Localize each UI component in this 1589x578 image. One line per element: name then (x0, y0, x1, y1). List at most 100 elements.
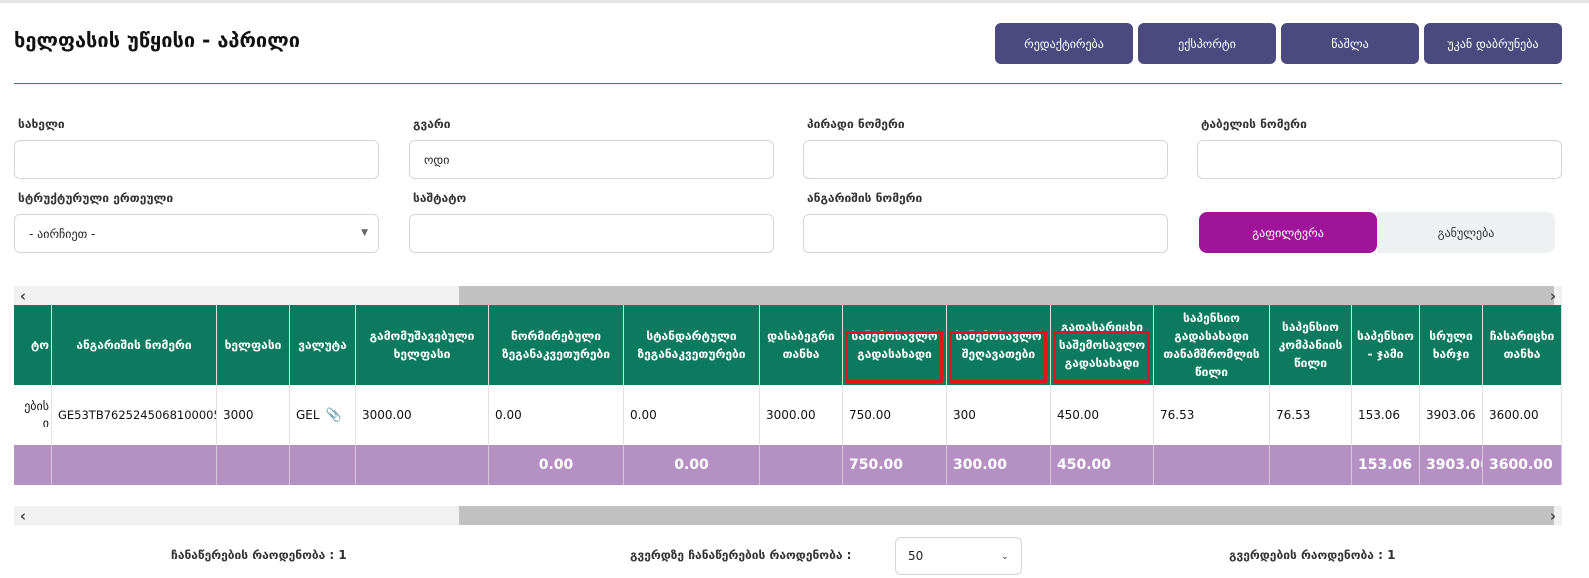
personal-number-input[interactable] (803, 140, 1168, 179)
scroll-left-icon[interactable]: ‹ (14, 506, 32, 525)
back-button[interactable]: უკან დაბრუნება (1424, 23, 1562, 64)
table-number-label: ტაბელის ნომერი (1201, 117, 1307, 131)
header-col-income-tax[interactable]: საშემოსავლო გადასახადი (843, 305, 947, 385)
cell-text: 153.06 (1358, 408, 1400, 422)
scroll-thumb[interactable] (459, 506, 1554, 525)
header-col-pension-employee-share[interactable]: საპენსიო გადასახადი თანამშრომლის წილი (1154, 305, 1270, 385)
header-divider (14, 83, 1562, 84)
total-col-truncated (14, 445, 52, 485)
cell-col-normed-overtime: 0.00 (489, 385, 624, 445)
cell-text: 450.00 (1057, 408, 1099, 422)
position-input[interactable] (409, 214, 774, 253)
name-input[interactable] (14, 140, 379, 179)
table-number-input[interactable] (1197, 140, 1562, 179)
cell-text: 3000.00 (766, 408, 816, 422)
total-col-full-cost: 3903.06 (1420, 445, 1483, 485)
payroll-table: ტო ანგარიშის ნომერი ხელფასი ვალუტა გამომუშავ… (14, 305, 1562, 485)
cell-col-truncated: ების ი (14, 385, 52, 445)
cell-col-income-tax-benefits: 300 (947, 385, 1051, 445)
total-col-income-tax-benefits: 300.00 (947, 445, 1051, 485)
cell-col-pension-company-share: 76.53 (1270, 385, 1352, 445)
cell-text: 3903.06 (1426, 408, 1476, 422)
header-col-income-tax-to-transfer[interactable]: გადასარიცხი საშემოსავლო გადასახადი (1051, 305, 1154, 385)
cell-col-currency: GEL 📎 (290, 385, 356, 445)
top-border (0, 0, 1589, 3)
cell-col-pension-total: 153.06 (1352, 385, 1420, 445)
surname-input[interactable] (409, 140, 774, 179)
name-label: სახელი (18, 117, 65, 131)
chevron-down-icon: ⌄ (1000, 550, 1009, 562)
per-page-select[interactable]: 50 ⌄ (895, 537, 1022, 575)
header-col-normed-overtime[interactable]: ნორმირებული ზეგანაკვეთურები (489, 305, 624, 385)
export-button[interactable]: ექსპორტი (1138, 23, 1276, 64)
cell-text: GE53TB7625245068100005 (58, 408, 217, 422)
cell-text: 3000.00 (362, 408, 412, 422)
structural-unit-select[interactable]: - აირჩიეთ - ▼ (14, 214, 379, 253)
scroll-thumb[interactable] (459, 286, 1554, 305)
header-col-currency[interactable]: ვალუტა (290, 305, 356, 385)
caret-down-icon: ▼ (361, 228, 368, 238)
page-title: ხელფასის უწყისი - აპრილი (14, 28, 300, 52)
total-col-salary (217, 445, 290, 485)
personal-number-label: პირადი ნომერი (807, 117, 905, 131)
per-page-value: 50 (908, 549, 924, 563)
cell-col-amount-to-transfer: 3600.00 (1483, 385, 1562, 445)
delete-button[interactable]: წაშლა (1281, 23, 1419, 64)
total-col-standard-overtime: 0.00 (624, 445, 760, 485)
surname-label: გვარი (413, 117, 451, 131)
cell-text: ების ი (24, 399, 49, 430)
cell-text: 0.00 (495, 408, 522, 422)
cell-col-income-tax-to-transfer: 450.00 (1051, 385, 1154, 445)
structural-unit-value: - აირჩიეთ - (29, 226, 96, 241)
cell-col-salary: 3000 (217, 385, 290, 445)
cell-text: 3000 (223, 408, 254, 422)
total-col-income-tax-to-transfer: 450.00 (1051, 445, 1154, 485)
total-col-earned-salary (356, 445, 489, 485)
cell-text: 0.00 (630, 408, 657, 422)
scroll-right-icon[interactable]: › (1544, 506, 1562, 525)
total-col-account-number (52, 445, 217, 485)
header-col-taxable-amount[interactable]: დასაბეგრი თანხა (760, 305, 843, 385)
cell-text: 76.53 (1160, 408, 1195, 422)
scroll-right-icon[interactable]: › (1544, 286, 1562, 305)
total-col-income-tax: 750.00 (843, 445, 947, 485)
cell-col-standard-overtime: 0.00 (624, 385, 760, 445)
total-col-normed-overtime: 0.00 (489, 445, 624, 485)
header-col-amount-to-transfer[interactable]: ჩასარიცხი თანხა (1483, 305, 1562, 385)
total-col-pension-company-share (1270, 445, 1352, 485)
header-col-salary[interactable]: ხელფასი (217, 305, 290, 385)
filter-button[interactable]: გაფილტვრა (1199, 212, 1377, 253)
cell-col-income-tax: 750.00 (843, 385, 947, 445)
cell-col-earned-salary: 3000.00 (356, 385, 489, 445)
account-number-label: ანგარიშის ნომერი (807, 191, 923, 205)
horizontal-scrollbar-bottom[interactable]: ‹ › (14, 506, 1562, 525)
header-col-pension-company-share[interactable]: საპენსიო კომპანიის წილი (1270, 305, 1352, 385)
total-col-pension-employee-share (1154, 445, 1270, 485)
cell-text: 3600.00 (1489, 408, 1539, 422)
cell-col-pension-employee-share: 76.53 (1154, 385, 1270, 445)
header-col-full-cost[interactable]: სრული ხარჯი (1420, 305, 1483, 385)
record-count: ჩანაწერების რაოდენობა : 1 (171, 548, 347, 562)
edit-button[interactable]: რედაქტირება (995, 23, 1133, 64)
total-col-taxable-amount (760, 445, 843, 485)
cell-col-account-number: GE53TB7625245068100005 (52, 385, 217, 445)
header-col-account-number[interactable]: ანგარიშის ნომერი (52, 305, 217, 385)
reset-button[interactable]: განულება (1377, 212, 1555, 253)
header-col-income-tax-benefits[interactable]: საშემოსავლო შეღავათები (947, 305, 1051, 385)
header-col-pension-total[interactable]: საპენსიო - ჯამი (1352, 305, 1420, 385)
cell-text: GEL (296, 408, 320, 422)
paperclip-icon[interactable]: 📎 (326, 408, 342, 423)
total-col-amount-to-transfer: 3600.00 (1483, 445, 1562, 485)
per-page-label: გვერდზე ჩანაწერების რაოდენობა : (630, 548, 852, 562)
page-count: გვერდების რაოდენობა : 1 (1229, 548, 1396, 562)
header-col-earned-salary[interactable]: გამომუშავებული ხელფასი (356, 305, 489, 385)
header-col-standard-overtime[interactable]: სტანდარტული ზეგანაკვეთურები (624, 305, 760, 385)
horizontal-scrollbar-top[interactable]: ‹ › (14, 286, 1562, 305)
cell-text: 76.53 (1276, 408, 1311, 422)
cell-col-taxable-amount: 3000.00 (760, 385, 843, 445)
scroll-left-icon[interactable]: ‹ (14, 286, 32, 305)
position-label: საშტატო (413, 191, 467, 205)
account-number-input[interactable] (803, 214, 1168, 253)
header-col-truncated[interactable]: ტო (14, 305, 52, 385)
total-col-currency (290, 445, 356, 485)
